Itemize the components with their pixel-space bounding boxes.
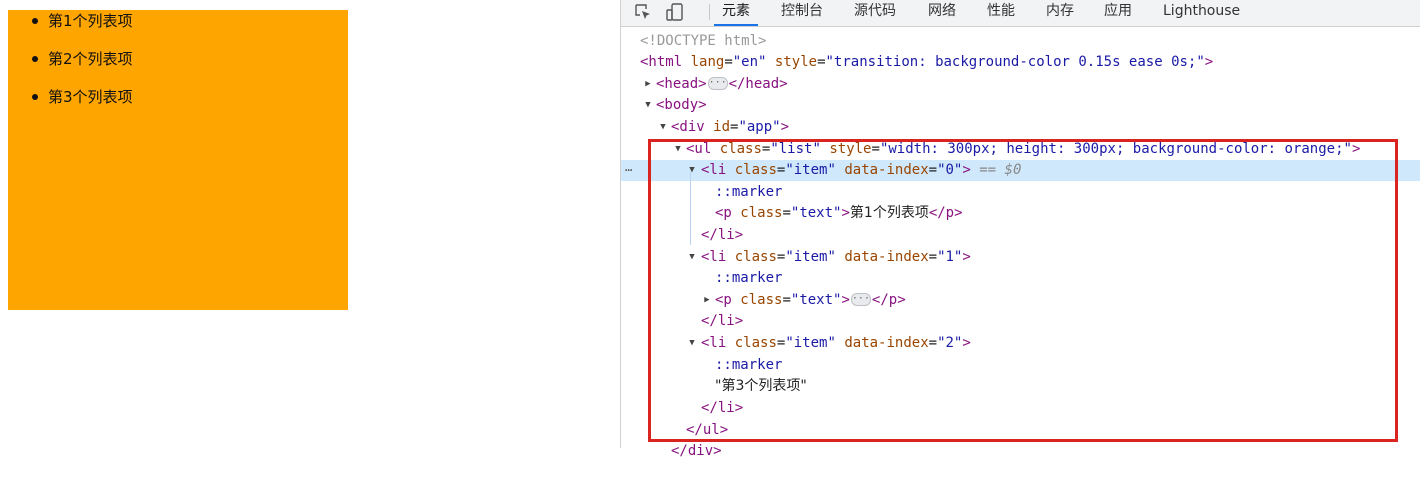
dom-node-li-1-close[interactable]: </li> — [621, 311, 1420, 332]
marker-pseudo: ::marker — [715, 270, 783, 286]
selected-node-ref: == $0 — [979, 162, 1022, 178]
text-node: "第3个列表项" — [715, 378, 807, 394]
devtools-toolbar: 元素 控制台 源代码 网络 性能 内存 应用 Lighthouse — [621, 0, 1420, 27]
collapse-triangle-icon[interactable]: ▼ — [642, 95, 654, 116]
list-item: 第1个列表项 — [8, 10, 348, 32]
expand-triangle-icon[interactable]: ▶ — [642, 74, 654, 95]
expand-triangle-icon[interactable]: ▶ — [701, 290, 713, 311]
page-viewport: 第1个列表项 第2个列表项 第3个列表项 — [0, 0, 620, 448]
dom-node-li-2[interactable]: ▼ <li class="item" data-index="2"> — [621, 333, 1420, 354]
dom-node-doctype[interactable]: <!DOCTYPE html> — [621, 31, 1420, 52]
head-collapsed-tag: <head></head> — [656, 72, 788, 95]
marker-pseudo: ::marker — [715, 184, 783, 200]
dom-node-li-0[interactable]: ⋯ ▼ <li class="item" data-index="0"> == … — [621, 160, 1420, 181]
dom-node-body[interactable]: ▼ <body> — [621, 95, 1420, 116]
dom-node-ul[interactable]: ▼ <ul class="list" style="width: 300px; … — [621, 139, 1420, 160]
tab-console[interactable]: 控制台 — [781, 0, 823, 26]
li-close-tag: </li> — [701, 313, 744, 329]
dom-node-head[interactable]: ▶ <head></head> — [621, 72, 1420, 95]
dom-node-ul-close[interactable]: </ul> — [621, 420, 1420, 441]
collapse-triangle-icon[interactable]: ▼ — [686, 160, 698, 181]
toolbar-divider — [709, 4, 710, 20]
dom-tree: <!DOCTYPE html> <html lang="en" style="t… — [621, 30, 1420, 459]
ul-open-tag: <ul class="list" style="width: 300px; he… — [686, 141, 1361, 157]
list-item: 第3个列表项 — [8, 86, 348, 108]
li-close-tag: </li> — [701, 227, 744, 243]
tab-application[interactable]: 应用 — [1104, 0, 1132, 26]
tab-lighthouse[interactable]: Lighthouse — [1163, 0, 1240, 26]
devtools-panel: 元素 控制台 源代码 网络 性能 内存 应用 Lighthouse <!DOCT… — [620, 0, 1420, 459]
collapse-triangle-icon[interactable]: ▼ — [672, 139, 684, 160]
tab-sources[interactable]: 源代码 — [854, 0, 896, 26]
collapse-triangle-icon[interactable]: ▼ — [657, 117, 669, 138]
dom-node-li-0-close[interactable]: </li> — [621, 225, 1420, 246]
dom-node-div-close[interactable]: </div> — [621, 441, 1420, 462]
tab-memory[interactable]: 内存 — [1046, 0, 1074, 26]
html-open-tag: <html lang="en" style="transition: backg… — [640, 54, 1214, 70]
div-open-tag: <div id="app"> — [671, 119, 790, 135]
dom-node-html[interactable]: <html lang="en" style="transition: backg… — [621, 52, 1420, 73]
dom-node-marker[interactable]: ::marker — [621, 182, 1420, 203]
p-1-tag: <p class="text"></p> — [715, 288, 906, 311]
p-0-tag: <p class="text">第1个列表项</p> — [715, 205, 963, 221]
list-item-text: 第1个列表项 — [48, 12, 133, 30]
tab-performance[interactable]: 性能 — [987, 0, 1015, 26]
body-open-tag: <body> — [656, 97, 707, 113]
div-close-tag: </div> — [671, 443, 722, 459]
bullet-icon — [32, 56, 38, 62]
dom-node-li-1[interactable]: ▼ <li class="item" data-index="1"> — [621, 247, 1420, 268]
ellipsis-icon[interactable] — [850, 288, 871, 309]
tab-elements[interactable]: 元素 — [714, 0, 758, 26]
doctype-text: <!DOCTYPE html> — [640, 33, 767, 49]
dom-node-text[interactable]: "第3个列表项" — [621, 376, 1420, 397]
tree-guide-line — [690, 172, 691, 245]
bullet-icon — [32, 94, 38, 100]
tab-network[interactable]: 网络 — [928, 0, 956, 26]
collapse-triangle-icon[interactable]: ▼ — [686, 247, 698, 268]
more-options-icon[interactable]: ⋯ — [625, 160, 632, 181]
dom-node-p-1[interactable]: ▶ <p class="text"></p> — [621, 288, 1420, 311]
li-0-open-tag: <li class="item" data-index="0"> == $0 — [701, 162, 1022, 178]
marker-pseudo: ::marker — [715, 357, 783, 373]
device-toolbar-icon[interactable] — [665, 2, 685, 22]
orange-list: 第1个列表项 第2个列表项 第3个列表项 — [8, 10, 348, 310]
li-1-open-tag: <li class="item" data-index="1"> — [701, 249, 971, 265]
ul-close-tag: </ul> — [686, 422, 729, 438]
dom-node-li-2-close[interactable]: </li> — [621, 398, 1420, 419]
inspect-element-icon[interactable] — [633, 2, 653, 22]
li-close-tag: </li> — [701, 400, 744, 416]
dom-node-div-app[interactable]: ▼ <div id="app"> — [621, 117, 1420, 138]
dom-node-p-0[interactable]: <p class="text">第1个列表项</p> — [621, 203, 1420, 224]
list-item: 第2个列表项 — [8, 48, 348, 70]
li-2-open-tag: <li class="item" data-index="2"> — [701, 335, 971, 351]
list-item-text: 第3个列表项 — [48, 88, 133, 106]
ellipsis-icon[interactable] — [707, 72, 728, 93]
bullet-icon — [32, 18, 38, 24]
collapse-triangle-icon[interactable]: ▼ — [686, 333, 698, 354]
list-item-text: 第2个列表项 — [48, 50, 133, 68]
dom-node-marker[interactable]: ::marker — [621, 268, 1420, 289]
dom-node-marker[interactable]: ::marker — [621, 355, 1420, 376]
